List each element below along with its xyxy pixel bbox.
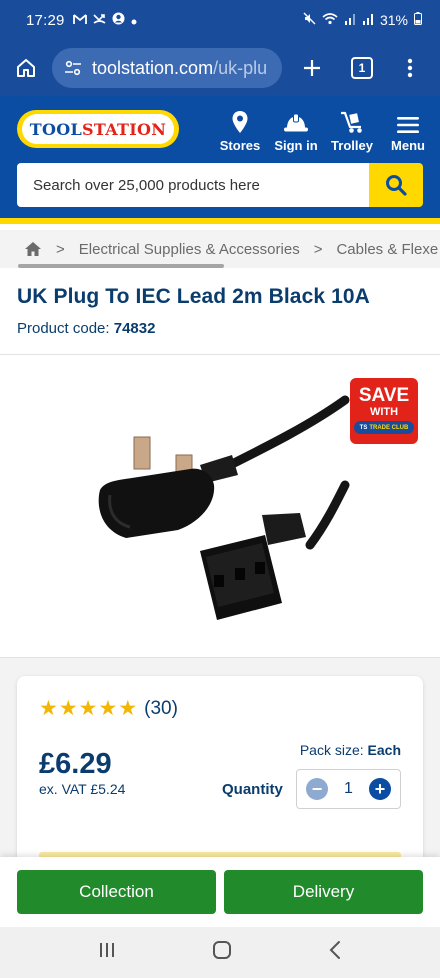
badge-ts-text: TS <box>359 424 368 431</box>
product-code-value: 74832 <box>113 320 156 337</box>
nav-sign-in[interactable]: Sign in <box>268 106 324 153</box>
gmail-icon <box>72 13 87 28</box>
status-time: 17:29 <box>26 11 65 29</box>
nav-menu-label: Menu <box>391 138 425 153</box>
nav-trolley[interactable]: Trolley <box>324 106 380 153</box>
search-input[interactable] <box>17 163 369 207</box>
star-icon: ★ <box>58 697 78 720</box>
pack-size-label: Pack size: <box>299 742 364 758</box>
search-icon <box>386 175 407 196</box>
home-icon <box>25 242 41 256</box>
tab-switcher-button[interactable]: 1 <box>338 40 386 96</box>
nav-stores[interactable]: Stores <box>212 106 268 153</box>
url-path: /uk-plu <box>213 57 268 78</box>
more-vert-icon <box>407 58 413 78</box>
status-bar: 17:29 31% <box>0 0 440 40</box>
trolley-icon <box>341 111 362 133</box>
wifi-icon <box>322 12 338 28</box>
back-button[interactable] <box>328 940 342 965</box>
recents-icon <box>100 943 114 957</box>
breadcrumb: > Electrical Supplies & Accessories > Ca… <box>0 230 440 268</box>
star-icon: ★ <box>118 697 138 720</box>
search-button[interactable] <box>369 163 423 207</box>
new-tab-button[interactable] <box>286 40 338 96</box>
toolstation-logo[interactable]: TOOL STATION <box>17 110 179 148</box>
quantity-value[interactable]: 1 <box>344 780 353 798</box>
rating[interactable]: ★ ★ ★ ★ ★ (30) <box>39 698 178 720</box>
address-bar[interactable]: toolstation.com/uk-plu <box>52 48 282 88</box>
bottom-action-bar: Collection Delivery <box>0 857 440 927</box>
battery-text: 31% <box>379 12 408 28</box>
quantity-label: Quantity <box>222 781 283 798</box>
logo-text-tool: TOOL <box>29 119 83 139</box>
price-ex-vat: ex. VAT £5.24 <box>39 781 126 797</box>
trade-club-logo: TS TRADE CLUB <box>354 421 414 434</box>
price: £6.29 <box>39 748 112 780</box>
account-circle-icon <box>112 12 125 28</box>
signal-icon <box>362 13 374 28</box>
star-icon: ★ <box>78 697 98 720</box>
site-header: TOOL STATION Stores Sign in Trolley Menu <box>0 96 440 224</box>
header-nav: Stores Sign in Trolley Menu <box>212 106 436 153</box>
signal-icon <box>344 13 356 28</box>
map-pin-icon <box>232 111 248 133</box>
badge-with-text: WITH <box>369 406 399 418</box>
recent-apps-button[interactable] <box>98 941 116 964</box>
breadcrumb-item[interactable]: Cables & Flexe <box>336 241 438 258</box>
star-icon: ★ <box>39 697 58 720</box>
nav-menu[interactable]: Menu <box>380 106 436 153</box>
home-circle-icon <box>213 941 231 959</box>
purchase-card: ★ ★ ★ ★ ★ (30) £6.29 ex. VAT £5.24 Pack … <box>17 676 423 876</box>
site-settings-icon[interactable] <box>64 60 82 76</box>
badge-save-text: SAVE <box>358 385 410 406</box>
breadcrumb-item[interactable]: Electrical Supplies & Accessories <box>79 241 300 258</box>
browser-menu-button[interactable] <box>386 40 434 96</box>
pack-size: Pack size: Each <box>300 742 401 758</box>
battery-icon <box>414 12 422 28</box>
dot-icon <box>131 13 137 28</box>
review-count[interactable]: (30) <box>144 698 178 720</box>
badge-trade-club-text: TRADE CLUB <box>369 424 409 431</box>
logo-text-station: STATION <box>82 119 167 139</box>
plus-icon <box>304 60 320 76</box>
product-title: UK Plug To IEC Lead 2m Black 10A <box>17 285 370 308</box>
system-navigation-bar <box>0 927 440 978</box>
chevron-right-icon: > <box>313 240 323 258</box>
back-icon <box>329 941 340 959</box>
url-domain: toolstation.com <box>92 57 214 78</box>
nav-trolley-label: Trolley <box>331 138 373 153</box>
quantity-stepper: − 1 + <box>296 769 401 809</box>
home-nav-button[interactable] <box>212 940 232 965</box>
chevron-right-icon: > <box>56 240 65 258</box>
decrease-quantity-button[interactable]: − <box>306 778 328 800</box>
breadcrumb-scrollbar[interactable] <box>18 264 224 268</box>
delivery-button[interactable]: Delivery <box>224 870 423 914</box>
hamburger-icon <box>397 117 419 133</box>
missed-call-icon <box>92 13 106 28</box>
product-code-label: Product code: <box>17 320 110 337</box>
star-icon: ★ <box>98 697 118 720</box>
increase-quantity-button[interactable]: + <box>369 778 391 800</box>
product-code: Product code: 74832 <box>17 320 155 337</box>
breadcrumb-home[interactable] <box>24 241 42 257</box>
mute-icon <box>303 12 316 28</box>
pack-size-value: Each <box>367 742 401 758</box>
search-bar <box>17 163 423 207</box>
browser-home-button[interactable] <box>0 40 52 96</box>
hard-hat-icon <box>284 113 308 132</box>
tab-count: 1 <box>351 57 373 79</box>
browser-toolbar: toolstation.com/uk-plu 1 <box>0 40 440 96</box>
home-icon <box>17 59 35 77</box>
save-trade-club-badge[interactable]: SAVE WITH TS TRADE CLUB <box>350 378 418 444</box>
nav-sign-in-label: Sign in <box>274 138 318 153</box>
nav-stores-label: Stores <box>219 138 261 153</box>
collection-button[interactable]: Collection <box>17 870 216 914</box>
